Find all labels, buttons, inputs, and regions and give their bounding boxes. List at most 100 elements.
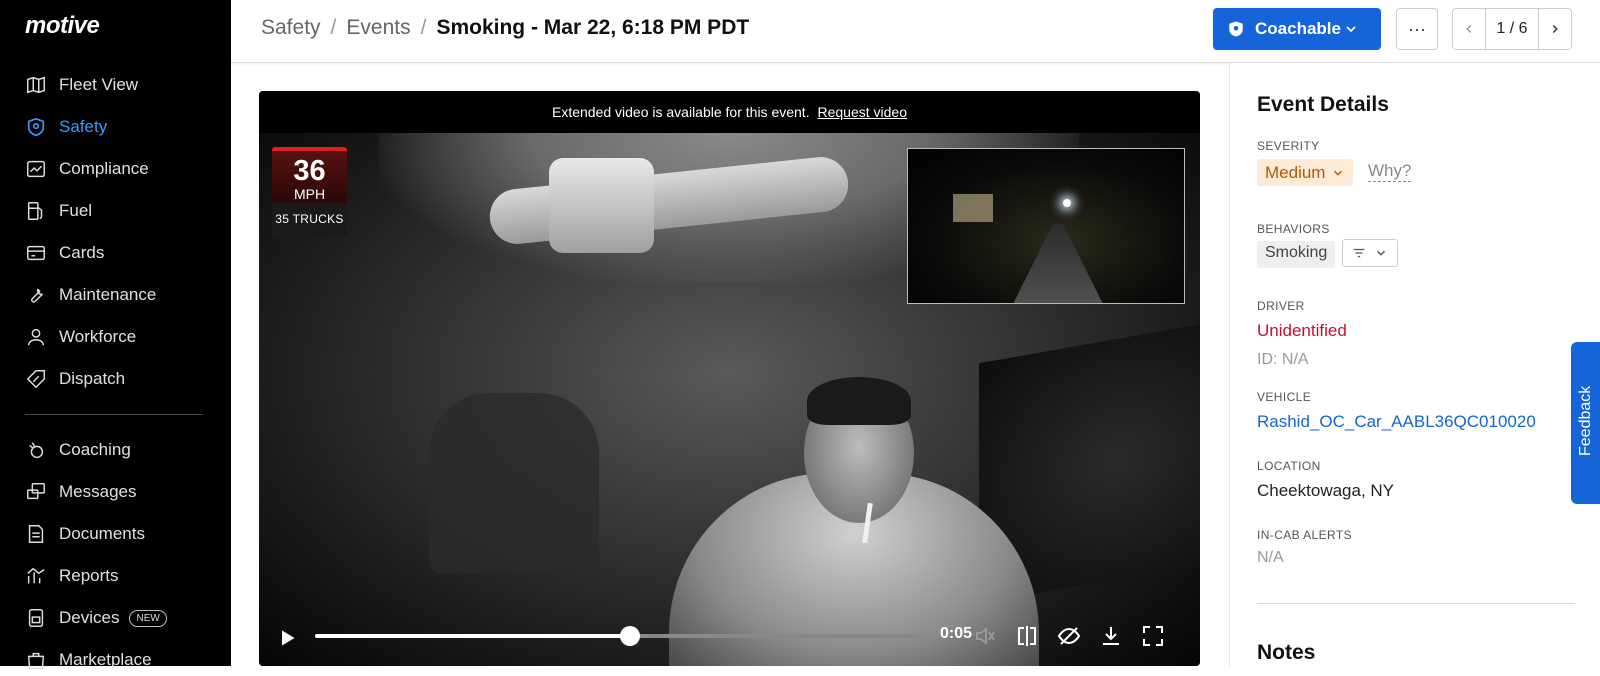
chevron-down-icon <box>1346 26 1356 33</box>
sidebar-item-label: Maintenance <box>59 285 157 304</box>
behaviors-label: BEHAVIORS <box>1257 222 1330 236</box>
breadcrumb-separator: / <box>420 16 427 39</box>
sidebar-item-label: Cards <box>59 243 105 262</box>
sidebar-item-safety[interactable]: Safety <box>25 111 215 143</box>
driver-hair <box>807 377 911 425</box>
next-event-button[interactable] <box>1539 9 1571 49</box>
sidebar-item-devices[interactable]: Devices NEW <box>25 602 215 634</box>
road <box>1008 224 1108 303</box>
chart-card-icon <box>27 160 45 178</box>
sidebar-item-coaching[interactable]: Coaching <box>25 434 215 466</box>
sidebar-item-label: Workforce <box>59 327 137 346</box>
vehicle-link[interactable]: Rashid_OC_Car_AABL36QC010020 <box>1257 412 1536 432</box>
severity-dropdown[interactable]: Medium <box>1257 159 1354 186</box>
event-details-title: Event Details <box>1257 93 1389 116</box>
play-icon[interactable] <box>277 628 297 648</box>
building <box>953 194 993 222</box>
previous-event-button[interactable] <box>1453 9 1485 49</box>
sidebar-item-label: Safety <box>59 117 108 136</box>
rear-seat <box>429 393 599 573</box>
speed-overlay: 36 MPH 35 TRUCKS <box>272 147 347 237</box>
top-bar: Safety / Events / Smoking - Mar 22, 6:18… <box>231 0 1600 63</box>
sidebar-item-label: Dispatch <box>59 369 126 388</box>
in-cab-alerts-label: IN-CAB ALERTS <box>1257 528 1353 542</box>
section-divider <box>1257 603 1575 604</box>
sidebar-item-documents[interactable]: Documents <box>25 518 215 550</box>
behavior-filter-dropdown[interactable] <box>1342 239 1398 267</box>
scrubber-thumb[interactable] <box>620 626 641 646</box>
sidebar-item-label: Messages <box>59 482 137 501</box>
why-link[interactable]: Why? <box>1368 161 1412 182</box>
sidebar-item-workforce[interactable]: Workforce <box>25 321 215 353</box>
location-value: Cheektowaga, NY <box>1257 481 1395 500</box>
speed-value: 36 <box>293 155 326 187</box>
split-view-icon[interactable] <box>1015 624 1039 648</box>
feedback-label: Feedback <box>1577 385 1594 456</box>
sidebar-item-label: Marketplace <box>59 650 152 669</box>
credit-card-icon <box>27 245 45 261</box>
breadcrumb: Safety / Events / Smoking - Mar 22, 6:18… <box>261 16 749 40</box>
sidebar-item-label: Devices <box>59 608 120 627</box>
breadcrumb-events[interactable]: Events <box>346 16 410 40</box>
driver-value[interactable]: Unidentified <box>1257 321 1347 341</box>
rear-view-mirror <box>549 158 654 253</box>
sidebar-item-fleet-view[interactable]: Fleet View <box>25 69 215 101</box>
devices-icon <box>28 609 44 627</box>
sidebar-item-label: Compliance <box>59 159 149 178</box>
video-scrubber[interactable] <box>315 626 921 646</box>
driver-id: ID: N/A <box>1257 351 1309 368</box>
feedback-tab[interactable]: Feedback <box>1571 342 1600 504</box>
coachable-dropdown-button[interactable]: Coachable <box>1213 8 1381 50</box>
road-camera-thumbnail[interactable] <box>907 148 1185 304</box>
shield-icon <box>27 117 45 137</box>
video-time: 0:05 <box>940 625 973 642</box>
severity-value: Medium <box>1265 162 1326 182</box>
fullscreen-icon[interactable] <box>1141 624 1165 648</box>
document-icon <box>28 525 44 543</box>
sidebar-item-dispatch[interactable]: Dispatch <box>25 363 215 395</box>
sidebar-item-label: Coaching <box>59 440 131 459</box>
pager-count: 1 / 6 <box>1485 9 1539 49</box>
marketplace-icon <box>27 652 45 669</box>
mute-icon[interactable] <box>973 624 997 648</box>
sidebar-item-messages[interactable]: Messages <box>25 476 215 508</box>
motive-logo[interactable]: motive <box>25 12 100 40</box>
vehicle-label: VEHICLE <box>1257 390 1312 404</box>
more-options-button[interactable]: ··· <box>1396 8 1438 50</box>
new-badge: NEW <box>129 609 167 627</box>
driver-label: DRIVER <box>1257 299 1305 313</box>
sidebar-item-reports[interactable]: Reports <box>25 560 215 592</box>
video-controls: 0:05 <box>259 610 1200 666</box>
video-player[interactable]: Extended video is available for this eve… <box>259 91 1200 666</box>
sidebar: motive Fleet View Safety Compliance Fuel… <box>0 0 231 669</box>
reports-icon <box>27 567 45 584</box>
chevron-down-icon <box>1377 250 1386 256</box>
download-icon[interactable] <box>1099 624 1123 648</box>
event-pager: 1 / 6 <box>1452 8 1572 50</box>
chevron-right-icon <box>1552 24 1558 34</box>
sidebar-item-maintenance[interactable]: Maintenance <box>25 279 215 311</box>
in-cab-alerts-value: N/A <box>1257 549 1284 566</box>
hide-overlay-icon[interactable] <box>1057 624 1081 648</box>
chevron-left-icon <box>1466 24 1472 34</box>
chevron-down-icon <box>1334 170 1343 176</box>
sidebar-divider <box>25 414 203 415</box>
whistle-icon <box>29 442 44 459</box>
sidebar-item-cards[interactable]: Cards <box>25 237 215 269</box>
tag-icon <box>26 370 45 389</box>
sidebar-item-label: Reports <box>59 566 119 585</box>
severity-label: SEVERITY <box>1257 139 1320 153</box>
breadcrumb-safety[interactable]: Safety <box>261 16 321 40</box>
sidebar-item-marketplace[interactable]: Marketplace <box>25 644 215 676</box>
sidebar-item-fuel[interactable]: Fuel <box>25 195 215 227</box>
sidebar-item-label: Fuel <box>59 201 93 220</box>
event-details-panel: Event Details SEVERITY Medium Why? BEHAV… <box>1229 63 1600 666</box>
speed-unit: MPH <box>293 186 326 202</box>
shield-icon <box>1229 21 1243 37</box>
messages-icon <box>27 483 45 500</box>
request-video-link[interactable]: Request video <box>817 104 907 120</box>
sidebar-item-compliance[interactable]: Compliance <box>25 153 215 185</box>
breadcrumb-separator: / <box>330 16 337 39</box>
sidebar-item-label: Fleet View <box>59 75 139 94</box>
coachable-label: Coachable <box>1255 19 1341 38</box>
